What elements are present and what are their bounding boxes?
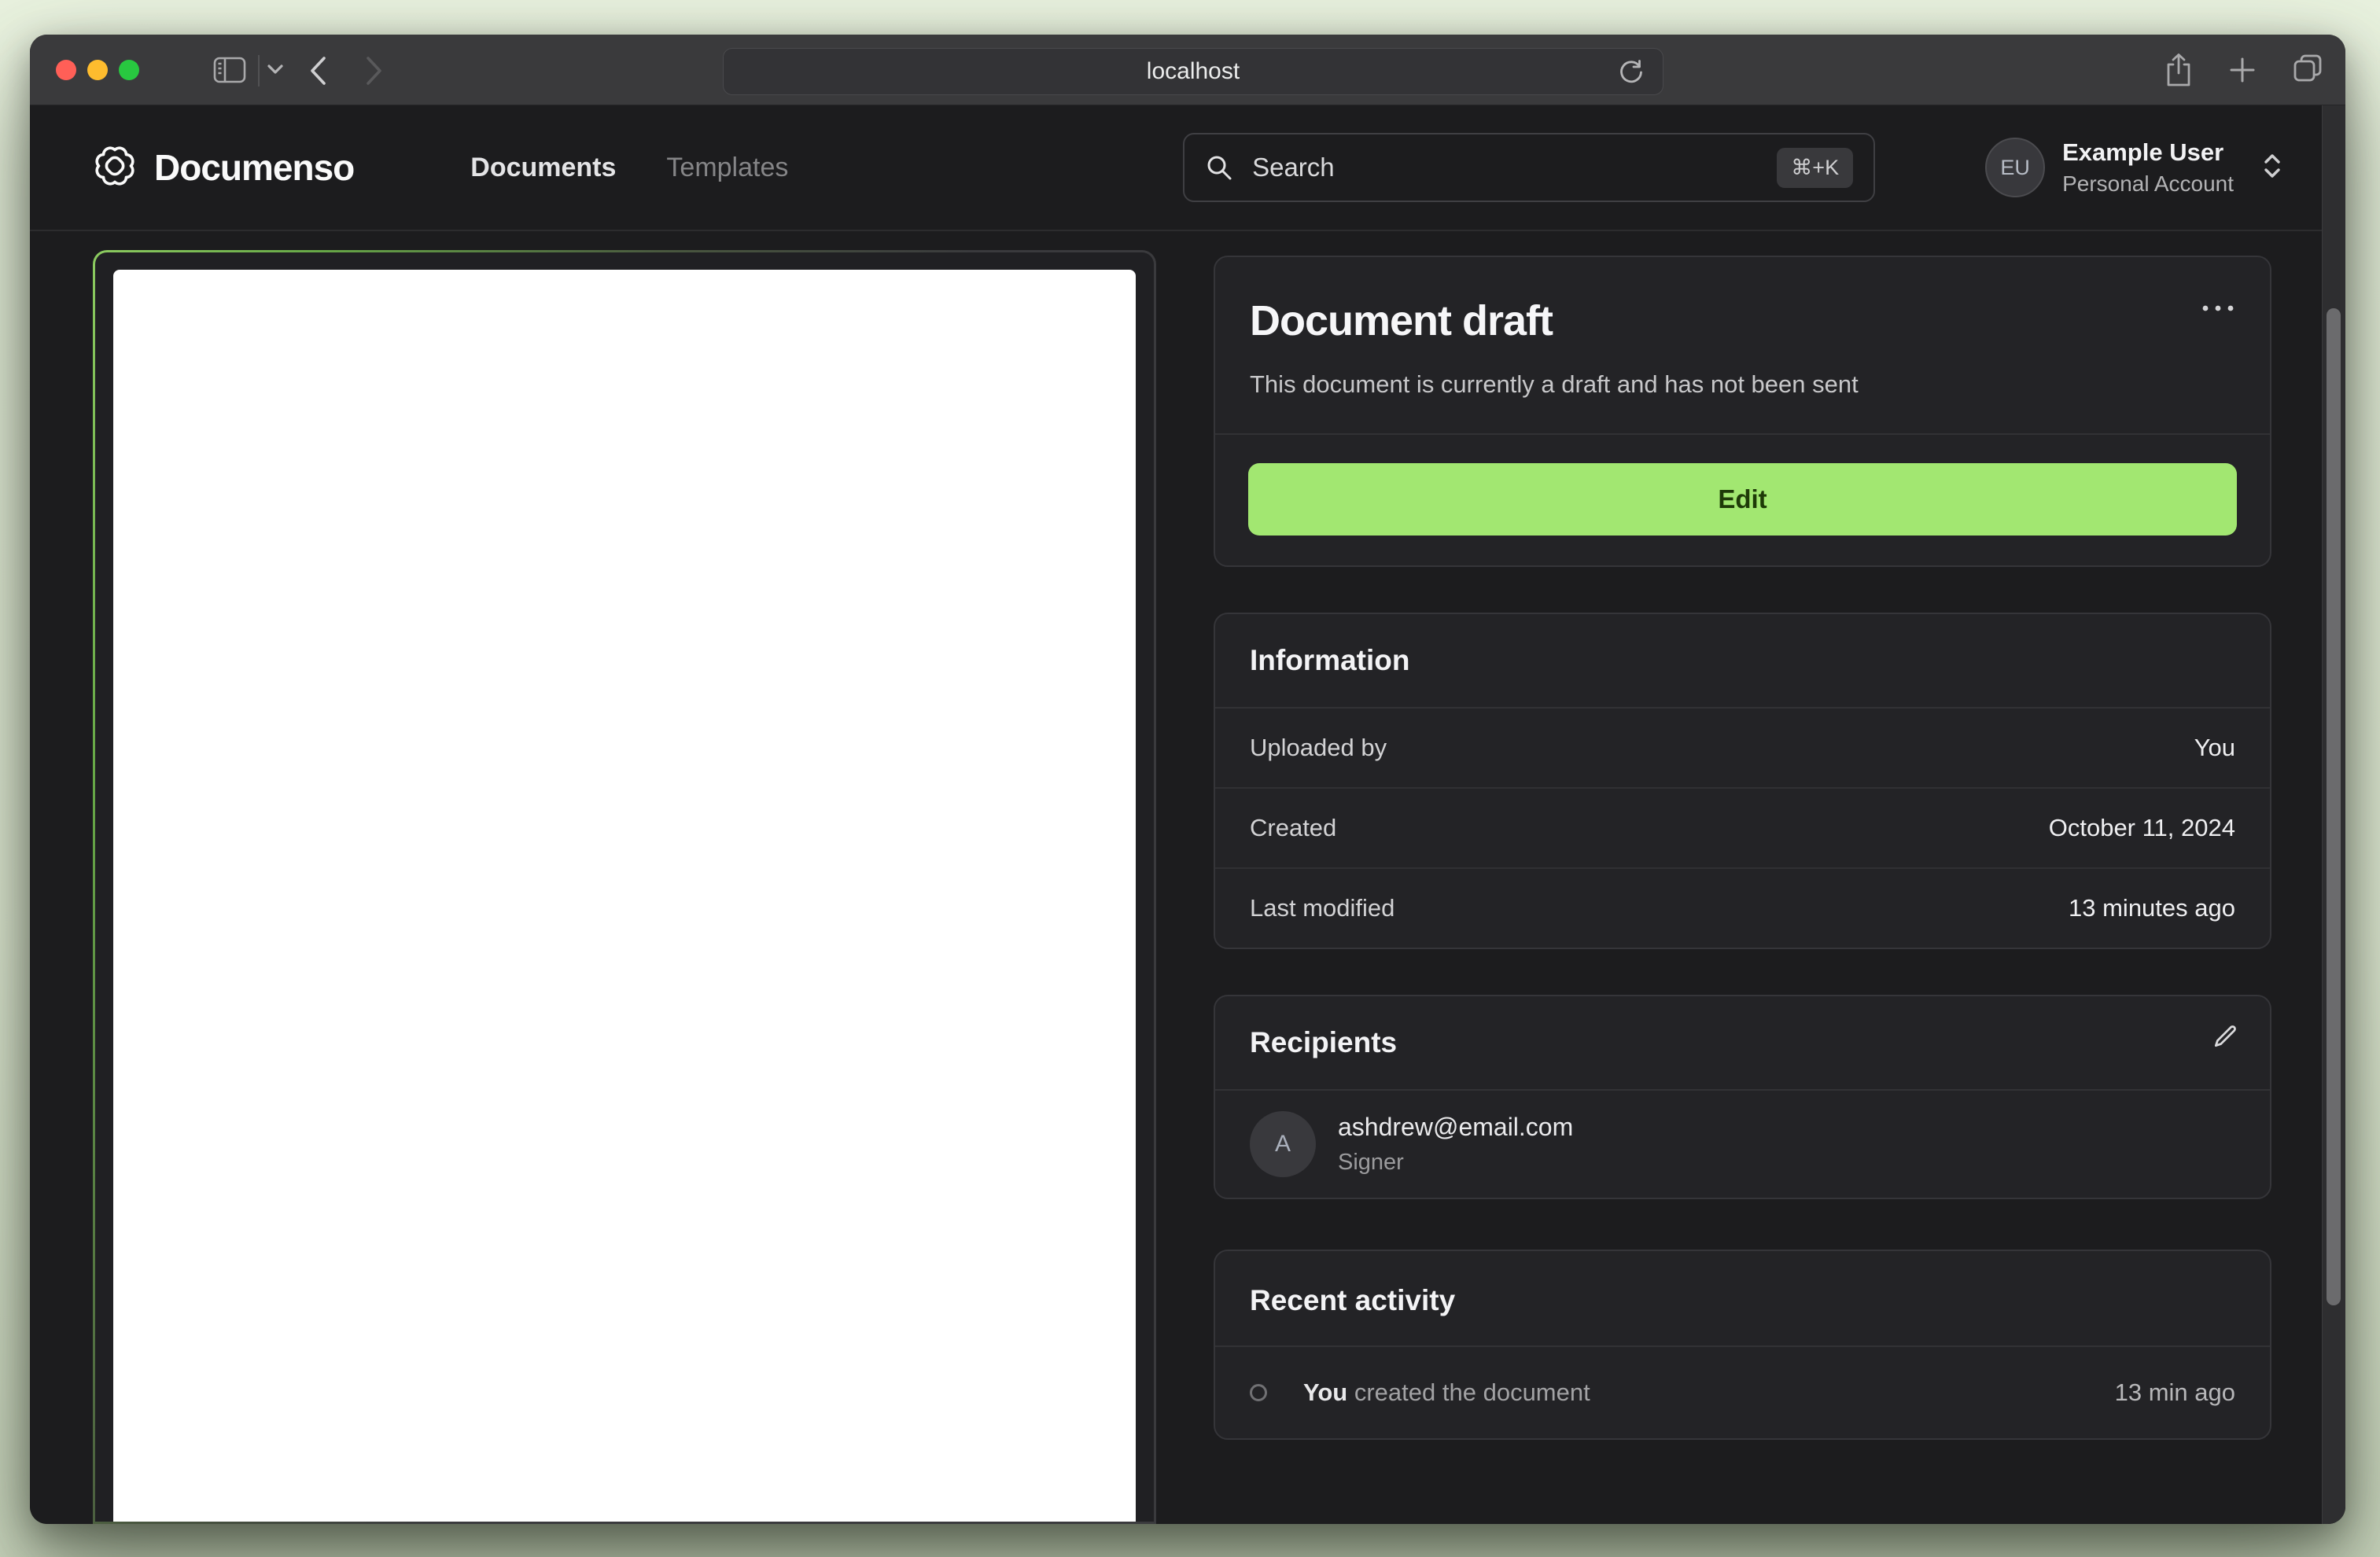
scrollbar-thumb[interactable] (2327, 308, 2341, 1305)
info-value: 13 minutes ago (2069, 894, 2235, 922)
draft-card-footer: Edit (1215, 435, 2270, 565)
information-card-header: Information (1215, 614, 2270, 709)
document-preview-frame (93, 250, 1156, 1524)
activity-actor: You (1303, 1378, 1348, 1406)
browser-toolbar: localhost (30, 35, 2345, 105)
draft-card-title: Document draft (1250, 297, 1553, 344)
activity-title: Recent activity (1250, 1284, 1456, 1316)
recent-activity-card: Recent activity You created the document… (1214, 1250, 2271, 1440)
info-value: You (2194, 734, 2235, 761)
activity-action: created the document (1347, 1378, 1590, 1406)
activity-text: You created the document (1303, 1378, 1590, 1407)
recipient-email: ashdrew@email.com (1338, 1113, 1574, 1141)
brand[interactable]: Documenso (93, 144, 355, 192)
info-row-last-modified: Last modified 13 minutes ago (1215, 867, 2270, 948)
draft-card-header: Document draft This document is currentl… (1215, 257, 2270, 435)
forward-icon[interactable] (363, 53, 385, 88)
share-icon[interactable] (2163, 52, 2194, 88)
chevrons-up-down-icon (2262, 153, 2282, 183)
activity-time: 13 min ago (2114, 1378, 2235, 1406)
document-page[interactable] (113, 270, 1136, 1522)
recipient-row: A ashdrew@email.com Signer (1215, 1091, 2270, 1198)
toolbar-right-icons (2163, 52, 2325, 88)
activity-card-header: Recent activity (1215, 1251, 2270, 1347)
reload-icon[interactable] (1617, 58, 1645, 86)
zoom-window-button[interactable] (119, 60, 139, 80)
user-avatar: EU (1985, 138, 2046, 197)
search-input[interactable]: Search ⌘+K (1183, 133, 1876, 202)
address-bar[interactable]: localhost (723, 48, 1663, 95)
documenso-logo-icon (93, 144, 137, 192)
document-preview-inner (95, 252, 1154, 1522)
search-shortcut-badge: ⌘+K (1777, 147, 1854, 188)
search-icon (1205, 153, 1233, 182)
minimize-window-button[interactable] (87, 60, 108, 80)
traffic-lights (56, 60, 139, 80)
draft-card-subtitle: This document is currently a draft and h… (1250, 370, 1859, 398)
ellipsis-menu-icon[interactable] (2201, 303, 2235, 317)
info-label: Last modified (1250, 894, 1395, 922)
activity-row: You created the document 13 min ago (1215, 1347, 2270, 1438)
tab-overview-icon[interactable] (2290, 52, 2325, 88)
user-name: Example User (2062, 138, 2224, 166)
recipients-card: Recipients A ashdrew@email.com Signer (1214, 995, 2271, 1199)
information-card: Information Uploaded by You Created Octo… (1214, 613, 2271, 949)
new-tab-icon[interactable] (2226, 52, 2259, 88)
address-bar-url: localhost (1146, 58, 1240, 84)
info-row-uploaded-by: Uploaded by You (1215, 709, 2270, 787)
toolbar-separator (258, 55, 260, 86)
recipients-title: Recipients (1250, 1026, 1398, 1058)
nav-item-templates[interactable]: Templates (666, 153, 788, 183)
info-label: Created (1250, 814, 1337, 841)
edit-button[interactable]: Edit (1248, 463, 2237, 536)
info-row-created: Created October 11, 2024 (1215, 787, 2270, 867)
main-nav: Documents Templates (470, 153, 788, 183)
activity-bullet-icon (1250, 1384, 1267, 1401)
main-content: Document draft This document is currentl… (30, 231, 2345, 1524)
nav-item-documents[interactable]: Documents (470, 153, 616, 183)
app-header: Documenso Documents Templates Search ⌘+K… (30, 105, 2345, 231)
back-icon[interactable] (307, 53, 329, 88)
document-sidebar: Document draft This document is currentl… (1214, 256, 2271, 1440)
account-menu[interactable]: EU Example User Personal Account (1985, 138, 2282, 197)
chevron-down-icon[interactable] (266, 63, 285, 75)
browser-window: localhost Documenso Documents Templates … (30, 35, 2345, 1524)
sidebar-toggle-icon[interactable] (212, 54, 247, 86)
user-account-type: Personal Account (2062, 171, 2234, 196)
draft-status-card: Document draft This document is currentl… (1214, 256, 2271, 567)
recipient-avatar: A (1250, 1111, 1316, 1177)
search-placeholder: Search (1252, 153, 1335, 182)
brand-name: Documenso (154, 147, 355, 188)
recipients-card-header: Recipients (1215, 996, 2270, 1091)
recipient-role: Signer (1338, 1150, 1404, 1175)
information-title: Information (1250, 644, 1410, 676)
edit-recipients-pencil-icon[interactable] (2212, 1023, 2238, 1054)
scrollbar-track[interactable] (2322, 105, 2345, 1524)
info-label: Uploaded by (1250, 734, 1387, 761)
info-value: October 11, 2024 (2048, 814, 2235, 841)
close-window-button[interactable] (56, 60, 76, 80)
